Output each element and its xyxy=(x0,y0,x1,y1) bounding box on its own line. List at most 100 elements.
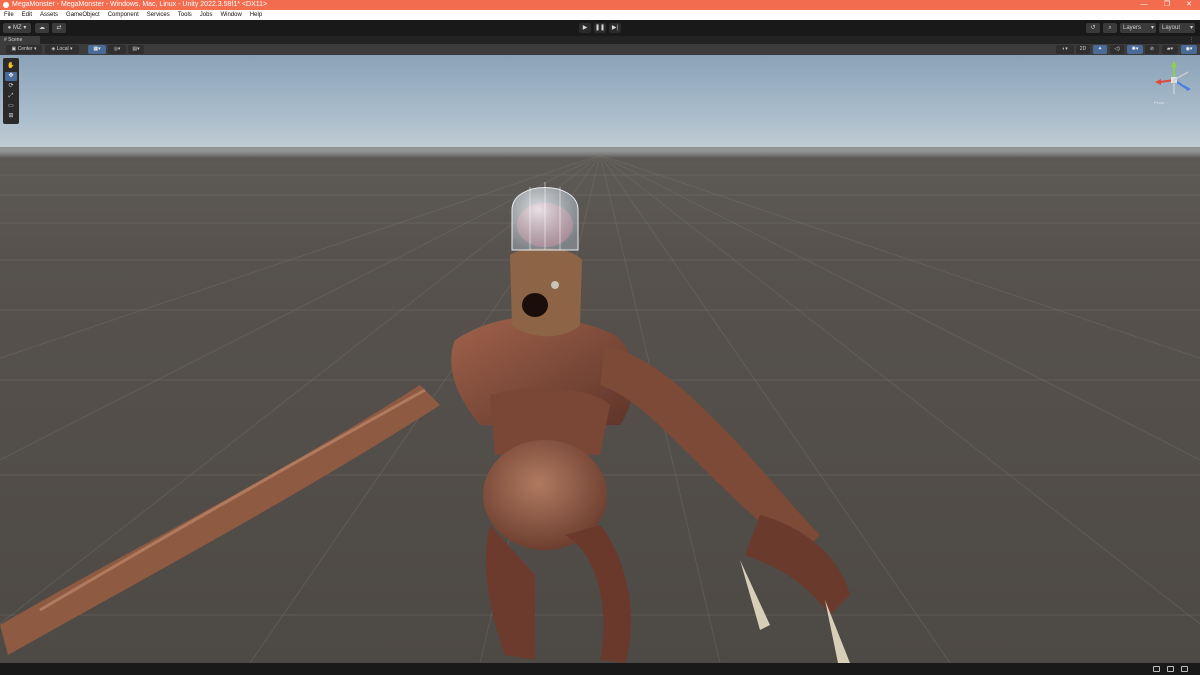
minimize-button[interactable]: — xyxy=(1133,0,1155,10)
layers-label: Layers xyxy=(1123,25,1142,31)
close-button[interactable]: ✕ xyxy=(1178,0,1200,10)
layers-dropdown[interactable]: Layers ▾ xyxy=(1120,23,1156,33)
menu-bar: File Edit Assets GameObject Component Service… xyxy=(0,10,1200,20)
local-icon: ◈ xyxy=(51,46,56,52)
scale-tool-button[interactable]: ⤢ xyxy=(5,92,17,101)
menu-gameobject[interactable]: GameObject xyxy=(62,10,104,20)
status-bar xyxy=(0,663,1200,675)
effects-icon: ✺▾ xyxy=(1131,46,1139,52)
pivot-label: Center xyxy=(17,46,33,52)
menu-file[interactable]: File xyxy=(0,10,18,20)
rotate-tool-button[interactable]: ⟳ xyxy=(5,82,17,91)
incremental-snap-button[interactable]: ▤▾ xyxy=(128,45,144,54)
collab-button[interactable]: ⇄ xyxy=(52,23,66,33)
search-button[interactable]: ⌕ xyxy=(1103,23,1117,33)
menu-tools[interactable]: Tools xyxy=(174,10,196,20)
search-icon: ⌕ xyxy=(1108,25,1112,31)
gizmos-dropdown[interactable]: ◉▾ xyxy=(1181,45,1197,54)
scene-tab-bar: # Scene ⋮ xyxy=(0,36,1200,44)
monster-model[interactable] xyxy=(0,182,850,663)
menu-assets[interactable]: Assets xyxy=(36,10,62,20)
play-button[interactable]: ▶ xyxy=(579,23,591,33)
gizmo-projection-label[interactable]: Persp xyxy=(1154,100,1164,105)
camera-settings-dropdown[interactable]: ▰▾ xyxy=(1162,45,1178,54)
account-dropdown[interactable]: ● MZ ▾ xyxy=(3,23,31,33)
chevron-down-icon: ▾ xyxy=(1189,25,1193,31)
chevron-down-icon: ▾ xyxy=(70,46,73,52)
pause-icon: ❚❚ xyxy=(594,25,606,31)
maximize-button[interactable]: ❐ xyxy=(1156,0,1178,10)
hand-tool-icon: ✋ xyxy=(7,63,15,69)
toggle-2d-button[interactable]: 2D xyxy=(1076,45,1090,54)
hidden-objects-toggle[interactable]: ⊘ xyxy=(1145,45,1159,54)
monster-eye xyxy=(551,281,559,289)
pause-button[interactable]: ❚❚ xyxy=(594,23,606,33)
scene-viewport[interactable] xyxy=(0,55,1200,663)
unity-logo-icon xyxy=(3,2,9,8)
gizmo-x-cone[interactable] xyxy=(1155,79,1161,85)
effects-dropdown[interactable]: ✺▾ xyxy=(1127,45,1143,54)
account-label: MZ xyxy=(12,25,22,31)
collab-icon: ⇄ xyxy=(56,25,62,31)
speaker-icon: ◁) xyxy=(1114,46,1120,52)
ruler-icon: ▤▾ xyxy=(132,46,140,52)
layout-dropdown[interactable]: Layout ▾ xyxy=(1159,23,1195,33)
grid-icon: ▦▾ xyxy=(93,46,101,52)
eye-slash-icon: ⊘ xyxy=(1149,46,1155,52)
window-title: MegaMonster - MegaMonster - Windows, Mac… xyxy=(12,1,268,8)
camera-icon: ▰▾ xyxy=(1166,46,1174,52)
menu-window[interactable]: Window xyxy=(216,10,245,20)
rotate-tool-icon: ⟳ xyxy=(8,83,14,89)
tool-palette: ✋ ✥ ⟳ ⤢ ▭ ⊞ xyxy=(3,58,19,124)
monster-right-arm xyxy=(600,345,820,555)
transform-tool-button[interactable]: ⊞ xyxy=(5,112,17,121)
pivot-rotation-dropdown[interactable]: ◈ Local ▾ xyxy=(45,45,79,54)
grid-visibility-button[interactable]: ▦▾ xyxy=(88,45,106,54)
main-toolbar: ● MZ ▾ ☁ ⇄ ▶ ❚❚ ▶| ↺ ⌕ Layers ▾ Layout ▾ xyxy=(0,20,1200,36)
chevron-down-icon: ▾ xyxy=(23,25,27,31)
more-options-icon[interactable]: ⋮ xyxy=(1189,36,1194,44)
shading-icon: ◐▾ xyxy=(1062,46,1068,52)
progress-icon[interactable] xyxy=(1167,666,1174,672)
monster-right-leg xyxy=(565,525,631,663)
undo-history-button[interactable]: ↺ xyxy=(1086,23,1100,33)
claw-finger-2 xyxy=(825,600,850,663)
rect-tool-button[interactable]: ▭ xyxy=(5,102,17,111)
move-tool-icon: ✥ xyxy=(8,73,14,79)
light-bulb-icon: ✦ xyxy=(1097,46,1103,52)
menu-services[interactable]: Services xyxy=(143,10,174,20)
rect-tool-icon: ▭ xyxy=(8,103,14,109)
pivot-mode-dropdown[interactable]: ▣ Center ▾ xyxy=(6,45,42,54)
debug-mode-icon[interactable] xyxy=(1181,666,1188,672)
account-icon: ● xyxy=(7,25,12,31)
scene-tab-icon: # xyxy=(4,37,7,43)
history-icon: ↺ xyxy=(1090,25,1096,31)
chevron-down-icon: ▾ xyxy=(34,46,37,52)
chevron-down-icon: ▾ xyxy=(1150,25,1154,31)
tab-scene[interactable]: # Scene xyxy=(0,36,40,44)
scene-toolbar: ▣ Center ▾ ◈ Local ▾ ▦▾ ◎▾ ▤▾ ◐▾ 2D ✦ ◁)… xyxy=(0,44,1200,55)
cloud-icon: ☁ xyxy=(39,25,45,31)
scene-tab-label: Scene xyxy=(8,37,23,43)
hand-tool-button[interactable]: ✋ xyxy=(5,62,17,71)
lighting-toggle-button[interactable]: ✦ xyxy=(1093,45,1107,54)
cloud-button[interactable]: ☁ xyxy=(35,23,49,33)
move-tool-button[interactable]: ✥ xyxy=(5,72,17,81)
step-icon: ▶| xyxy=(611,25,619,31)
gizmo-y-cone[interactable] xyxy=(1171,61,1177,67)
scale-tool-icon: ⤢ xyxy=(8,93,14,99)
snap-increment-button[interactable]: ◎▾ xyxy=(108,45,126,54)
menu-component[interactable]: Component xyxy=(104,10,143,20)
audio-toggle-button[interactable]: ◁) xyxy=(1110,45,1124,54)
menu-edit[interactable]: Edit xyxy=(18,10,36,20)
scene-render xyxy=(0,147,1200,663)
menu-jobs[interactable]: Jobs xyxy=(196,10,217,20)
snap-icon: ◎▾ xyxy=(113,46,121,52)
menu-help[interactable]: Help xyxy=(246,10,266,20)
layout-label: Layout xyxy=(1162,25,1181,31)
window-title-bar: MegaMonster - MegaMonster - Windows, Mac… xyxy=(0,0,1200,10)
console-icon[interactable] xyxy=(1153,666,1160,672)
mode-2d-label: 2D xyxy=(1079,46,1087,52)
step-button[interactable]: ▶| xyxy=(609,23,621,33)
draw-mode-dropdown[interactable]: ◐▾ xyxy=(1056,45,1074,54)
